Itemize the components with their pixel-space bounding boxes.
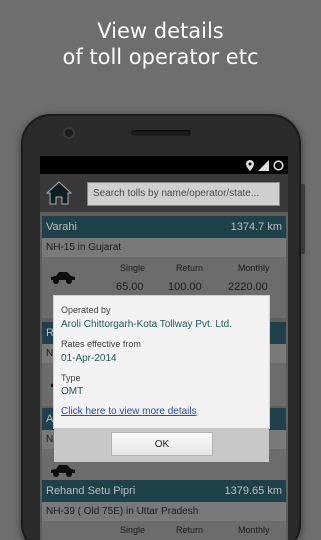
operator-name: Aroli Chittorgarh-Kota Tollway Pvt. Ltd. xyxy=(61,319,233,330)
rates-effective-date: 01-Apr-2014 xyxy=(61,353,117,364)
dialog-footer: OK xyxy=(54,428,269,462)
phone-top xyxy=(21,114,301,160)
promo-caption: View details of toll operator etc xyxy=(0,18,321,70)
promo-line-2: of toll operator etc xyxy=(62,45,259,69)
power-button xyxy=(301,184,305,254)
operator-dialog: Operated by Aroli Chittorgarh-Kota Tollw… xyxy=(54,296,269,428)
phone-frame: Search tolls by name/operator/state... V… xyxy=(21,114,305,540)
type-value: OMT xyxy=(61,386,84,397)
ok-button[interactable]: OK xyxy=(111,432,213,456)
camera-icon xyxy=(63,127,75,139)
screen: Search tolls by name/operator/state... V… xyxy=(40,156,288,540)
type-label: Type xyxy=(61,373,81,383)
earpiece xyxy=(131,130,191,136)
more-details-link[interactable]: Click here to view more details xyxy=(61,406,197,417)
operated-by-label: Operated by xyxy=(61,305,111,315)
rates-effective-label: Rates effective from xyxy=(61,339,141,349)
promo-line-1: View details xyxy=(97,19,224,43)
